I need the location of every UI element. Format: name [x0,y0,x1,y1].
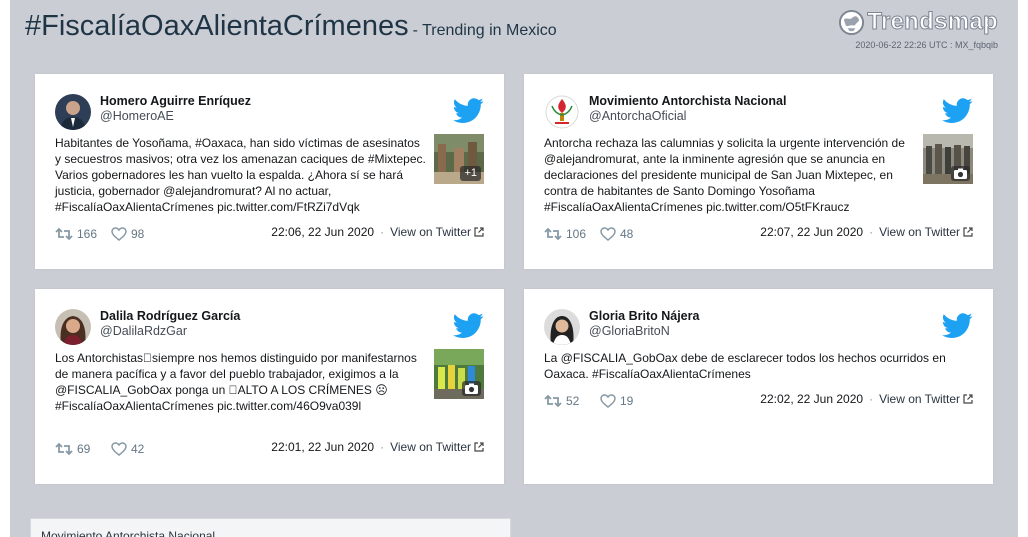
tweet-meta: 22:07, 22 Jun 2020 · View on Twitter [760,225,973,239]
external-link-icon [963,394,973,404]
author-name[interactable]: Movimiento Antorchista Nacional [589,94,786,108]
tweet-meta: 22:02, 22 Jun 2020 · View on Twitter [760,392,973,406]
tweet-time[interactable]: 22:07, 22 Jun 2020 [760,225,863,239]
retweet-button[interactable]: 106 [544,225,588,243]
trending-subtitle: - Trending in Mexico [412,22,557,39]
globe-logo-icon [839,9,865,35]
view-on-twitter-link[interactable]: View on Twitter [390,440,471,454]
like-count: 19 [620,394,634,408]
heart-icon [600,394,616,408]
retweet-count: 166 [77,227,98,241]
tweet-card: Homero Aguirre Enríquez @HomeroAE Habita… [35,74,504,269]
twitter-bird-icon[interactable] [453,313,484,339]
avatar[interactable] [55,94,91,130]
avatar[interactable] [55,309,91,345]
more-media-badge: +1 [460,166,481,181]
tweet-text: La @FISCALIA_GobOax debe de esclarecer t… [544,351,946,381]
retweet-count: 52 [566,394,580,408]
like-count: 42 [131,442,145,456]
avatar[interactable] [544,309,580,345]
tweet-time[interactable]: 22:01, 22 Jun 2020 [271,440,374,454]
tweet-card: Gloria Brito Nájera @GloriaBritoN La @FI… [524,289,993,484]
tweet-card: Movimiento Antorchista Nacional @Antorch… [524,74,993,269]
retweet-count: 69 [77,442,91,456]
next-card-partial[interactable]: Movimiento Antorchista Nacional [30,518,511,537]
avatar[interactable] [544,94,580,130]
retweet-count: 106 [566,227,587,241]
tweet-text: Los Antorchistas⃞siempre nos hemos disti… [55,351,417,413]
retweet-icon [544,227,562,241]
author-handle[interactable]: @GloriaBritoN [589,324,670,338]
heart-icon [111,442,127,456]
tweet-time[interactable]: 22:06, 22 Jun 2020 [271,225,374,239]
retweet-icon [55,227,73,241]
next-card-title: Movimiento Antorchista Nacional [41,529,216,537]
hashtag-title[interactable]: #FiscalíaOaxAlientaCrímenes [25,10,409,42]
external-link-icon [474,442,484,452]
tweet-time[interactable]: 22:02, 22 Jun 2020 [760,392,863,406]
like-count: 98 [131,227,145,241]
retweet-button[interactable]: 52 [544,392,588,410]
like-button[interactable]: 48 [600,225,644,243]
retweet-button[interactable]: 69 [55,440,99,458]
page-title: #FiscalíaOaxAlientaCrímenes - Trending in… [25,10,557,43]
external-link-icon [474,227,484,237]
tweet-text: Antorcha rechaza las calumnias y solicit… [544,136,905,214]
author-name[interactable]: Homero Aguirre Enríquez [100,94,251,108]
author-handle[interactable]: @AntorchaOficial [589,109,686,123]
view-on-twitter-link[interactable]: View on Twitter [390,225,471,239]
author-handle[interactable]: @HomeroAE [100,109,174,123]
tweet-meta: 22:01, 22 Jun 2020 · View on Twitter [271,440,484,454]
header: #FiscalíaOaxAlientaCrímenes - Trending in… [10,0,1018,60]
camera-icon [951,166,970,181]
heart-icon [600,227,616,241]
retweet-icon [544,394,562,408]
tweet-media-thumbnail[interactable] [434,349,484,399]
twitter-bird-icon[interactable] [942,98,973,124]
like-button[interactable]: 19 [600,392,644,410]
retweet-icon [55,442,73,456]
tweet-card: Dalila Rodríguez García @DalilaRdzGar Lo… [35,289,504,484]
author-name[interactable]: Gloria Brito Nájera [589,309,699,323]
camera-icon [462,381,481,396]
twitter-bird-icon[interactable] [453,98,484,124]
like-count: 48 [620,227,634,241]
brand-name: Trendsmap [867,8,998,36]
view-on-twitter-link[interactable]: View on Twitter [879,392,960,406]
author-name[interactable]: Dalila Rodríguez García [100,309,240,323]
like-button[interactable]: 42 [111,440,155,458]
separator-dot: · [380,225,385,239]
tweet-text: Habitantes de Yosoñama, #Oaxaca, han sid… [55,136,426,214]
like-button[interactable]: 98 [111,225,155,243]
heart-icon [111,227,127,241]
tweet-media-thumbnail[interactable] [923,134,973,184]
external-link-icon [963,227,973,237]
tweet-media-thumbnail[interactable]: +1 [434,134,484,184]
retweet-button[interactable]: 166 [55,225,99,243]
author-handle[interactable]: @DalilaRdzGar [100,324,187,338]
trendsmap-logo[interactable]: Trendsmap [838,7,998,37]
separator-dot: · [869,392,874,406]
twitter-bird-icon[interactable] [942,313,973,339]
separator-dot: · [869,225,874,239]
page: #FiscalíaOaxAlientaCrímenes - Trending in… [10,0,1018,537]
tweet-meta: 22:06, 22 Jun 2020 · View on Twitter [271,225,484,239]
timestamp-code: 2020-06-22 22:26 UTC : MX_fqbqib [855,40,998,50]
view-on-twitter-link[interactable]: View on Twitter [879,225,960,239]
separator-dot: · [380,440,385,454]
